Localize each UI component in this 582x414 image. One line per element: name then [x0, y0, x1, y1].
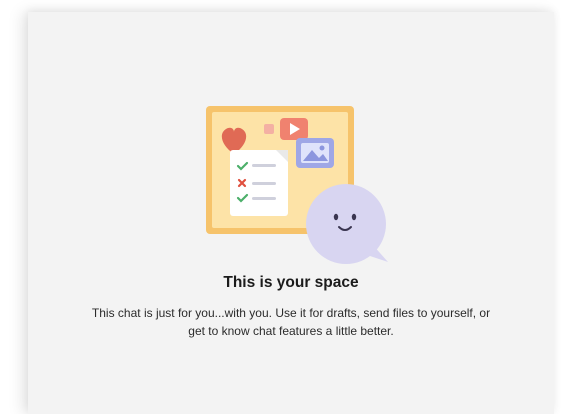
empty-state-title: This is your space: [223, 274, 359, 291]
self-chat-illustration-icon: [204, 104, 404, 266]
chat-empty-state-panel: This is your space This chat is just for…: [28, 12, 554, 414]
page: This is your space This chat is just for…: [0, 0, 582, 414]
empty-state-description: This chat is just for you...with you. Us…: [91, 306, 491, 338]
